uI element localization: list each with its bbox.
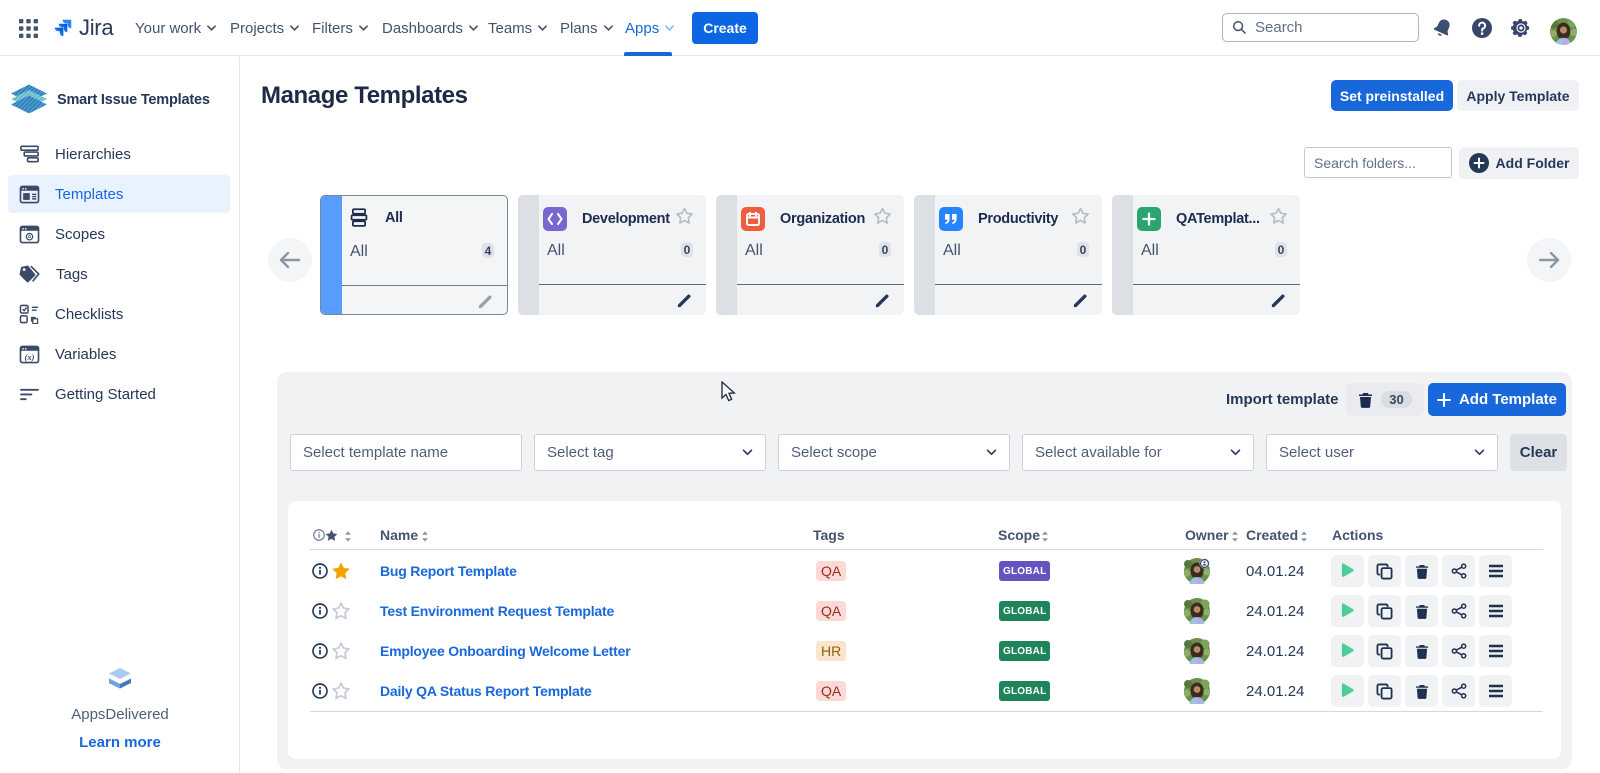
svg-text:(x): (x) — [25, 352, 35, 362]
